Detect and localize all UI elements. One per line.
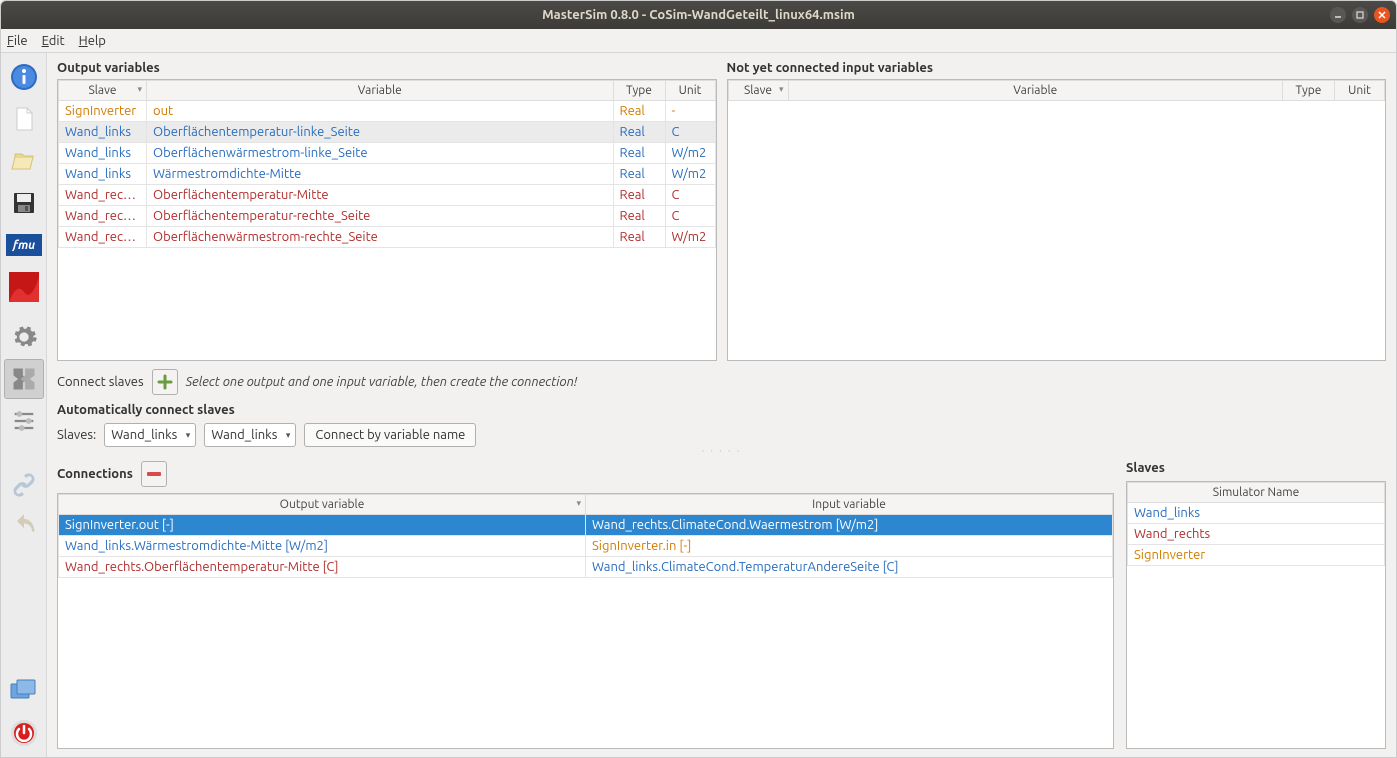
menu-edit[interactable]: Edit	[42, 34, 65, 48]
sidebar-gear-button[interactable]	[4, 317, 44, 357]
connect-by-name-button[interactable]: Connect by variable name	[304, 423, 476, 447]
table-row[interactable]: Wand_rechtsOberflächentemperatur-MitteRe…	[59, 185, 716, 206]
sidebar-link-button[interactable]	[4, 465, 44, 505]
sidebar-new-button[interactable]	[4, 99, 44, 139]
table-row[interactable]: Wand_links.Wärmestromdichte-Mitte [W/m2]…	[59, 536, 1113, 557]
menubar: File Edit Help	[1, 29, 1396, 53]
slave-combo-2[interactable]: Wand_links	[204, 423, 296, 447]
input-th-variable[interactable]: Variable	[788, 81, 1283, 101]
menu-help[interactable]: Help	[79, 34, 106, 48]
conn-th-out[interactable]: Output variable	[59, 495, 586, 515]
output-th-unit[interactable]: Unit	[665, 81, 715, 101]
connections-table[interactable]: Output variable Input variable SignInver…	[57, 493, 1114, 749]
close-button[interactable]	[1374, 7, 1390, 23]
table-row[interactable]: Wand_linksOberflächentemperatur-linke_Se…	[59, 122, 716, 143]
sidebar-undo-button[interactable]	[4, 507, 44, 547]
conn-th-in[interactable]: Input variable	[586, 495, 1113, 515]
input-vars-title: Not yet connected input variables	[727, 61, 1387, 75]
input-vars-table[interactable]: Slave Variable Type Unit	[727, 79, 1387, 361]
output-th-type[interactable]: Type	[613, 81, 665, 101]
input-th-slave[interactable]: Slave	[728, 81, 788, 101]
titlebar: MasterSim 0.8.0 - CoSim-WandGeteilt_linu…	[1, 1, 1396, 29]
sidebar-open-button[interactable]	[4, 141, 44, 181]
minimize-button[interactable]	[1330, 7, 1346, 23]
remove-connection-button[interactable]	[141, 461, 167, 487]
connect-hint: Select one output and one input variable…	[186, 375, 577, 389]
connect-slaves-label: Connect slaves	[57, 375, 144, 389]
input-th-unit[interactable]: Unit	[1335, 81, 1385, 101]
output-vars-table[interactable]: Slave Variable Type Unit SignInverterout…	[57, 79, 717, 361]
sidebar-sliders-button[interactable]	[4, 401, 44, 441]
table-row[interactable]: Wand_rechtsOberflächentemperatur-rechte_…	[59, 206, 716, 227]
sidebar-info-button[interactable]	[4, 57, 44, 97]
sidebar-windows-button[interactable]	[4, 671, 44, 711]
menu-file[interactable]: File	[7, 34, 28, 48]
svg-text:fmu: fmu	[10, 239, 34, 252]
output-vars-title: Output variables	[57, 61, 717, 75]
add-connection-button[interactable]	[152, 369, 178, 395]
sidebar-save-button[interactable]	[4, 183, 44, 223]
table-row[interactable]: SignInverteroutReal-	[59, 101, 716, 122]
sidebar: fmu	[1, 53, 47, 757]
sidebar-fmu-button[interactable]: fmu	[4, 225, 44, 265]
table-row[interactable]: Wand_linksWärmestromdichte-MitteRealW/m2	[59, 164, 716, 185]
table-row[interactable]: Wand_links	[1128, 503, 1385, 524]
table-row[interactable]: Wand_rechts	[1128, 524, 1385, 545]
sidebar-red-button[interactable]	[4, 267, 44, 307]
sidebar-connections-button[interactable]	[4, 359, 44, 399]
table-row[interactable]: SignInverter.out [-]Wand_rechts.ClimateC…	[59, 515, 1113, 536]
auto-connect-title: Automatically connect slaves	[57, 403, 1386, 417]
slaves-table[interactable]: Simulator Name Wand_linksWand_rechtsSign…	[1126, 481, 1386, 749]
slaves-panel-title: Slaves	[1126, 461, 1165, 475]
splitter[interactable]: · · · · ·	[57, 447, 1386, 455]
table-row[interactable]: Wand_rechts.Oberflächentemperatur-Mitte …	[59, 557, 1113, 578]
table-row[interactable]: Wand_rechtsOberflächenwärmestrom-rechte_…	[59, 227, 716, 248]
window-title: MasterSim 0.8.0 - CoSim-WandGeteilt_linu…	[542, 8, 855, 22]
connections-title: Connections	[57, 467, 133, 481]
output-th-slave[interactable]: Slave	[59, 81, 147, 101]
input-th-type[interactable]: Type	[1283, 81, 1335, 101]
maximize-button[interactable]	[1352, 7, 1368, 23]
slave-combo-1[interactable]: Wand_links	[104, 423, 196, 447]
table-row[interactable]: SignInverter	[1128, 545, 1385, 566]
output-th-variable[interactable]: Variable	[147, 81, 614, 101]
slaves-th-name[interactable]: Simulator Name	[1128, 483, 1385, 503]
sidebar-power-button[interactable]	[4, 713, 44, 753]
slaves-combo-label: Slaves:	[57, 428, 96, 442]
table-row[interactable]: Wand_linksOberflächenwärmestrom-linke_Se…	[59, 143, 716, 164]
